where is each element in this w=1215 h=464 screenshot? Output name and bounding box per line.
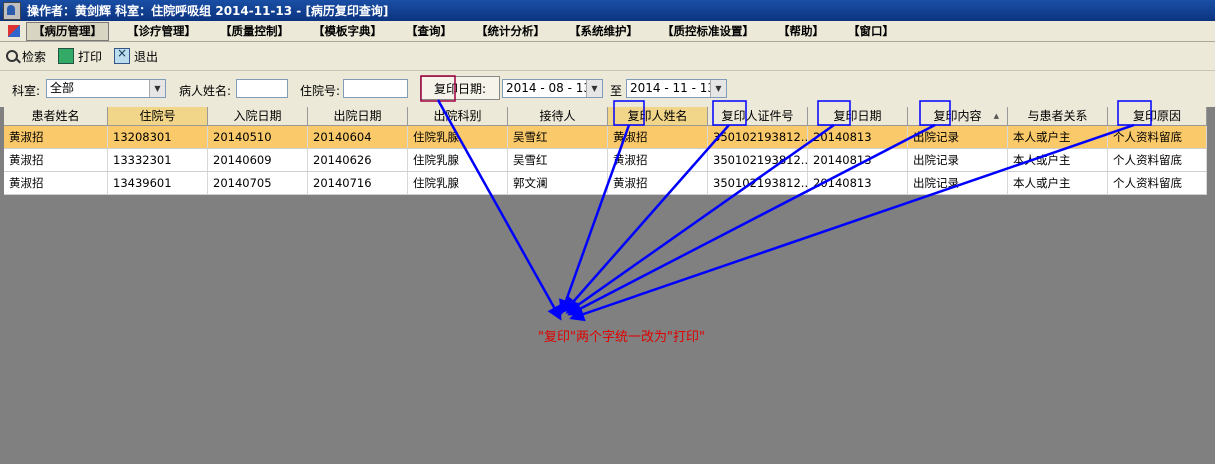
menu-window[interactable]: 【窗口】: [842, 23, 900, 40]
table-cell: 20140604: [308, 126, 408, 148]
menu-bar: 【病历管理】 【诊疗管理】 【质量控制】 【模板字典】 【查询】 【统计分析】 …: [0, 21, 1215, 42]
toolbar: 检索 打印 退出: [0, 42, 1215, 70]
inpatient-number-label: 住院号:: [300, 84, 341, 98]
chevron-down-icon[interactable]: ▼: [586, 80, 602, 97]
table-cell: 20140716: [308, 172, 408, 194]
table-cell: 出院记录: [908, 126, 1008, 148]
title-bar: 操作者：黄剑辉 科室：住院呼吸组 2014-11-13 - [病历复印查询]: [0, 0, 1215, 21]
table-cell: 住院乳腺: [408, 172, 508, 194]
table-cell: 350102193812...: [708, 126, 808, 148]
column-header[interactable]: 复印日期: [808, 107, 908, 125]
inpatient-number-input[interactable]: [343, 79, 408, 98]
date-from-value: 2014 - 08 - 13: [506, 81, 591, 95]
table-cell: 本人或户主: [1008, 172, 1108, 194]
table-cell: 350102193812...: [708, 149, 808, 171]
patient-name-input[interactable]: [236, 79, 288, 98]
chevron-down-icon[interactable]: ▼: [149, 80, 165, 97]
table-row[interactable]: 黄淑招 13332301 20140609 20140626 住院乳腺 吴雪红 黄淑招 350…: [4, 149, 1207, 172]
menu-grid-icon[interactable]: [8, 25, 20, 37]
table-cell: 20140626: [308, 149, 408, 171]
column-header-label: 复印内容: [933, 109, 982, 123]
filter-bar: 科室: 全部 ▼ 病人姓名: 住院号: 2014 - 08 - 13 ▼ 至 2…: [0, 70, 1215, 107]
table-cell: 350102193812...: [708, 172, 808, 194]
menu-query[interactable]: 【查询】: [400, 23, 458, 40]
menu-help[interactable]: 【帮助】: [772, 23, 830, 40]
column-header[interactable]: 与患者关系: [1008, 107, 1108, 125]
table-cell: 个人资料留底: [1108, 172, 1207, 194]
column-header[interactable]: 接待人: [508, 107, 608, 125]
menu-qc-standard-settings[interactable]: 【质控标准设置】: [656, 23, 760, 40]
date-to-picker[interactable]: 2014 - 11 - 13 ▼: [626, 79, 727, 98]
window-title: 操作者：黄剑辉 科室：住院呼吸组 2014-11-13 - [病历复印查询]: [27, 4, 389, 18]
table-body: 黄淑招 13208301 20140510 20140604 住院乳腺 吴雪红 黄淑招 350…: [4, 126, 1207, 195]
chevron-down-icon[interactable]: ▼: [710, 80, 726, 97]
table-cell: 吴雪红: [508, 126, 608, 148]
table-cell: 20140813: [808, 126, 908, 148]
column-header[interactable]: 复印内容 ▲: [908, 107, 1008, 125]
date-to-value: 2014 - 11 - 13: [630, 81, 715, 95]
menu-system-maintenance[interactable]: 【系统维护】: [563, 23, 644, 40]
column-header[interactable]: 复印人证件号: [708, 107, 808, 125]
table-cell: 黄淑招: [4, 172, 108, 194]
table-cell: 20140813: [808, 172, 908, 194]
dept-select-value: 全部: [50, 81, 75, 95]
menu-diagnosis-management[interactable]: 【诊疗管理】: [121, 23, 202, 40]
table-cell: 郭文澜: [508, 172, 608, 194]
sort-indicator-icon: ▲: [993, 112, 999, 120]
column-header[interactable]: 入院日期: [208, 107, 308, 125]
dept-select[interactable]: 全部 ▼: [46, 79, 166, 98]
patient-name-label: 病人姓名:: [179, 84, 232, 98]
table-cell: 20140609: [208, 149, 308, 171]
table-cell: 黄淑招: [608, 172, 708, 194]
date-from-picker[interactable]: 2014 - 08 - 13 ▼: [502, 79, 603, 98]
table-row[interactable]: 黄淑招 13439601 20140705 20140716 住院乳腺 郭文澜 黄淑招 350…: [4, 172, 1207, 195]
column-header[interactable]: 复印人姓名: [608, 107, 708, 125]
records-table: 患者姓名 住院号 入院日期 出院日期 出院科别 接待人 复印人姓名 复印人证件号…: [4, 107, 1207, 195]
table-cell: 黄淑招: [4, 149, 108, 171]
column-header[interactable]: 复印原因: [1108, 107, 1207, 125]
table-cell: 个人资料留底: [1108, 126, 1207, 148]
table-cell: 13439601: [108, 172, 208, 194]
copy-date-button[interactable]: 复印日期:: [420, 76, 500, 100]
table-cell: 出院记录: [908, 149, 1008, 171]
search-icon: [6, 50, 18, 62]
search-button-label: 检索: [22, 49, 47, 64]
table-row[interactable]: 黄淑招 13208301 20140510 20140604 住院乳腺 吴雪红 黄淑招 350…: [4, 126, 1207, 149]
print-button[interactable]: 打印: [58, 48, 102, 65]
menu-template-dictionary[interactable]: 【模板字典】: [307, 23, 388, 40]
dept-label: 科室:: [12, 84, 41, 98]
exit-icon: [114, 46, 131, 64]
date-to-label: 至: [610, 84, 623, 98]
print-button-label: 打印: [78, 49, 103, 64]
app-icon: [3, 1, 21, 20]
table-header: 患者姓名 住院号 入院日期 出院日期 出院科别 接待人 复印人姓名 复印人证件号…: [4, 107, 1207, 126]
table-cell: 吴雪红: [508, 149, 608, 171]
menu-record-management[interactable]: 【病历管理】: [26, 21, 109, 41]
table-cell: 住院乳腺: [408, 149, 508, 171]
table-cell: 本人或户主: [1008, 149, 1108, 171]
search-button[interactable]: 检索: [6, 48, 46, 65]
table-cell: 黄淑招: [608, 126, 708, 148]
column-header[interactable]: 出院科别: [408, 107, 508, 125]
table-cell: 出院记录: [908, 172, 1008, 194]
printer-icon: [58, 48, 75, 64]
exit-button-label: 退出: [134, 49, 159, 64]
column-header[interactable]: 患者姓名: [4, 107, 108, 125]
table-cell: 13332301: [108, 149, 208, 171]
table-cell: 本人或户主: [1008, 126, 1108, 148]
annotation-note: "复印"两个字统一改为"打印": [538, 330, 705, 345]
column-header[interactable]: 出院日期: [308, 107, 408, 125]
table-cell: 20140705: [208, 172, 308, 194]
table-cell: 20140813: [808, 149, 908, 171]
table-cell: 13208301: [108, 126, 208, 148]
table-cell: 黄淑招: [608, 149, 708, 171]
table-cell: 20140510: [208, 126, 308, 148]
menu-quality-control[interactable]: 【质量控制】: [214, 23, 295, 40]
table-cell: 黄淑招: [4, 126, 108, 148]
table-cell: 住院乳腺: [408, 126, 508, 148]
exit-button[interactable]: 退出: [114, 46, 159, 65]
column-header[interactable]: 住院号: [108, 107, 208, 125]
table-cell: 个人资料留底: [1108, 149, 1207, 171]
menu-statistics[interactable]: 【统计分析】: [470, 23, 551, 40]
